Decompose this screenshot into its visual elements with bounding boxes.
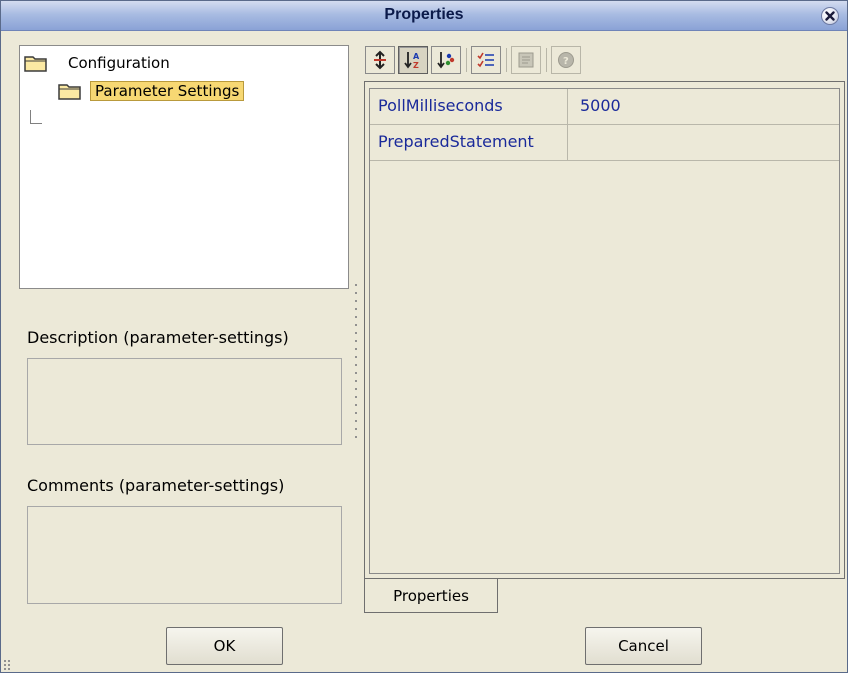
title-bar[interactable]: Properties bbox=[1, 1, 847, 31]
svg-text:?: ? bbox=[563, 56, 569, 67]
resize-grip[interactable] bbox=[3, 659, 11, 671]
tab-properties[interactable]: Properties bbox=[364, 579, 498, 613]
toolbar-separator bbox=[546, 48, 547, 72]
property-editor-button[interactable] bbox=[511, 46, 541, 74]
help-button[interactable]: ? bbox=[551, 46, 581, 74]
property-sheet-panel: PollMilliseconds 5000 PreparedStatement bbox=[364, 81, 845, 579]
svg-text:Z: Z bbox=[413, 61, 419, 70]
sort-by-category-button[interactable] bbox=[431, 46, 461, 74]
sort-az-icon: A Z bbox=[404, 52, 420, 70]
close-icon[interactable] bbox=[821, 7, 839, 25]
property-editor-icon bbox=[518, 52, 534, 68]
help-icon: ? bbox=[558, 52, 574, 68]
svg-text:A: A bbox=[413, 52, 420, 61]
ok-button[interactable]: OK bbox=[166, 627, 283, 665]
property-row-pollmilliseconds[interactable]: PollMilliseconds 5000 bbox=[370, 89, 839, 125]
sort-by-category-icon bbox=[437, 52, 455, 69]
toolbar-separator bbox=[506, 48, 507, 72]
property-name: PollMilliseconds bbox=[370, 89, 568, 124]
comments-field[interactable] bbox=[27, 506, 342, 604]
property-value-input[interactable] bbox=[569, 125, 839, 160]
tree-item-label: Configuration bbox=[68, 54, 170, 72]
unsorted-button[interactable] bbox=[365, 46, 395, 74]
properties-dialog: Properties Configuration Parameter Setti… bbox=[0, 0, 848, 673]
panel-splitter[interactable] bbox=[354, 281, 358, 441]
cancel-button[interactable]: Cancel bbox=[585, 627, 702, 665]
comments-label: Comments (parameter-settings) bbox=[27, 476, 285, 495]
description-field[interactable] bbox=[27, 358, 342, 445]
tree-item-parameter-settings[interactable]: Parameter Settings bbox=[58, 80, 245, 102]
show-changed-icon bbox=[477, 52, 494, 68]
properties-toolbar: A Z ? bbox=[365, 45, 584, 75]
tree-connector bbox=[30, 110, 42, 124]
toolbar-separator bbox=[466, 48, 467, 72]
window-title: Properties bbox=[384, 6, 464, 23]
property-value-input[interactable]: 5000 bbox=[569, 89, 839, 124]
folder-icon bbox=[58, 84, 81, 100]
tree-item-label: Parameter Settings bbox=[90, 81, 245, 101]
property-name: PreparedStatement bbox=[370, 125, 568, 160]
description-label: Description (parameter-settings) bbox=[27, 328, 289, 347]
folder-icon bbox=[24, 56, 47, 72]
unsorted-icon bbox=[374, 50, 386, 70]
sort-az-button[interactable]: A Z bbox=[398, 46, 428, 74]
property-row-preparedstatement[interactable]: PreparedStatement bbox=[370, 125, 839, 161]
property-sheet: PollMilliseconds 5000 PreparedStatement bbox=[369, 88, 840, 574]
configuration-tree: Configuration Parameter Settings bbox=[19, 45, 349, 289]
show-changed-button[interactable] bbox=[471, 46, 501, 74]
tree-item-configuration[interactable]: Configuration bbox=[24, 52, 170, 74]
